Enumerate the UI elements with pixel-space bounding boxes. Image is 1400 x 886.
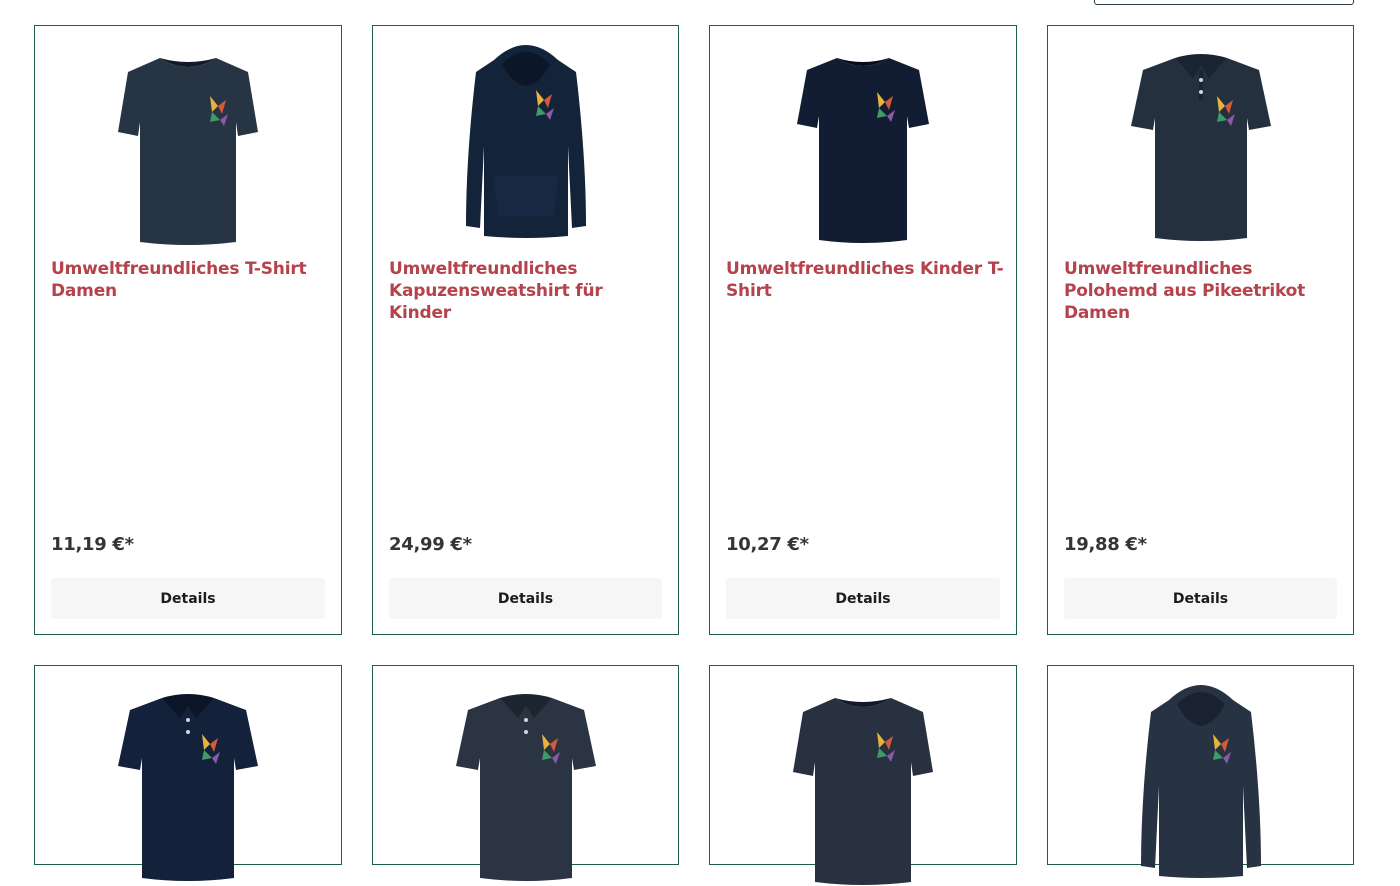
hoodie-icon xyxy=(1140,685,1261,878)
product-card[interactable] xyxy=(1047,665,1354,878)
product-image[interactable] xyxy=(373,36,678,246)
details-button[interactable]: Details xyxy=(389,578,662,619)
product-card[interactable]: Umweltfreundliches Kapuzensweatshirt für… xyxy=(372,25,679,635)
product-title[interactable]: Umweltfreundliches T-Shirt Damen xyxy=(51,258,331,302)
product-image[interactable] xyxy=(710,36,1016,246)
tshirt-icon xyxy=(118,58,258,245)
product-price: 24,99 €* xyxy=(389,534,472,555)
product-card[interactable]: Umweltfreundliches Polohemd aus Pikeetri… xyxy=(1047,25,1354,635)
product-price: 10,27 €* xyxy=(726,534,809,555)
product-title[interactable]: Umweltfreundliches Kapuzensweatshirt für… xyxy=(389,258,668,324)
details-button[interactable]: Details xyxy=(726,578,1000,619)
product-title[interactable]: Umweltfreundliches Polohemd aus Pikeetri… xyxy=(1064,258,1343,324)
product-card[interactable] xyxy=(372,665,679,881)
details-button[interactable]: Details xyxy=(51,578,325,619)
product-image[interactable] xyxy=(710,676,1016,886)
tshirt-icon xyxy=(793,698,933,885)
product-image[interactable] xyxy=(1048,36,1353,246)
polo-icon xyxy=(118,694,258,881)
hoodie-icon xyxy=(465,45,586,238)
details-button[interactable]: Details xyxy=(1064,578,1337,619)
product-image[interactable] xyxy=(373,676,678,886)
product-title[interactable]: Umweltfreundliches Kinder T-Shirt xyxy=(726,258,1006,302)
tshirt-icon xyxy=(797,58,929,243)
polo-icon xyxy=(1130,54,1271,241)
product-image[interactable] xyxy=(35,676,341,886)
product-image[interactable] xyxy=(35,36,341,246)
polo-icon xyxy=(455,694,596,881)
product-price: 11,19 €* xyxy=(51,534,134,555)
product-card[interactable] xyxy=(34,665,342,881)
sort-dropdown[interactable] xyxy=(1094,0,1354,5)
product-price: 19,88 €* xyxy=(1064,534,1147,555)
product-card[interactable] xyxy=(709,665,1017,885)
product-card[interactable]: Umweltfreundliches T-Shirt Damen 11,19 €… xyxy=(34,25,342,635)
product-image[interactable] xyxy=(1048,676,1353,886)
product-card[interactable]: Umweltfreundliches Kinder T-Shirt 10,27 … xyxy=(709,25,1017,635)
